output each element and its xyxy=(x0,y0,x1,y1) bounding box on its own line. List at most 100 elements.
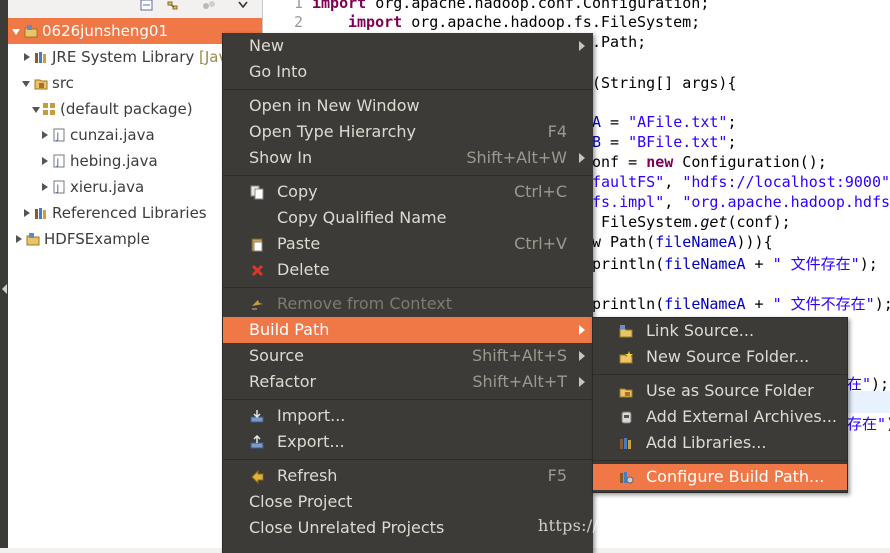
code-line: w Path(fileNameA))){ xyxy=(592,233,773,251)
java-project-icon xyxy=(26,233,40,246)
menu-item-open-in-new-window[interactable]: Open in New Window xyxy=(223,93,593,119)
shortcut-label: Ctrl+V xyxy=(514,234,567,253)
submenu-item-link-source[interactable]: Link Source... xyxy=(593,318,847,344)
code-line: faultFS", "hdfs://localhost:9000" xyxy=(592,173,890,191)
menu-item-copy-qualified-name[interactable]: Copy Qualified Name xyxy=(223,205,593,231)
line-number: 2 xyxy=(293,13,303,31)
use-as-source-folder-icon xyxy=(619,388,633,398)
code-line: 存在"); xyxy=(847,415,890,433)
chevron-down-icon[interactable] xyxy=(236,0,250,12)
shortcut-label: Ctrl+C xyxy=(513,182,567,201)
menu-item-refresh[interactable]: Refresh F5 xyxy=(223,463,593,489)
menu-separator xyxy=(223,175,593,176)
code-line: import org.apache.hadoop.conf.Configurat… xyxy=(312,0,710,12)
explorer-toolbar xyxy=(8,0,262,20)
refresh-icon xyxy=(251,469,264,484)
source-folder-icon xyxy=(34,79,48,90)
shortcut-label: F5 xyxy=(547,466,567,485)
menu-item-export[interactable]: Export... xyxy=(223,429,593,455)
expand-chevron-icon[interactable] xyxy=(16,235,22,243)
submenu-arrow-icon xyxy=(579,351,585,361)
submenu-arrow-icon xyxy=(579,41,585,51)
menu-separator xyxy=(593,460,847,461)
submenu-arrow-icon xyxy=(579,153,585,163)
remove-from-context-icon xyxy=(252,300,263,310)
submenu-item-configure-build-path[interactable]: Configure Build Path... xyxy=(593,464,847,490)
submenu-arrow-icon xyxy=(579,377,585,387)
menu-separator xyxy=(593,374,847,375)
shortcut-label: Shift+Alt+T xyxy=(472,372,567,391)
menu-item-copy[interactable]: Copy Ctrl+C xyxy=(223,179,593,205)
java-file-icon: J xyxy=(53,154,65,168)
build-path-submenu: Link Source... New Source Folder... Use … xyxy=(592,317,848,493)
view-menu-icon[interactable] xyxy=(202,0,216,12)
code-line: .Path; xyxy=(592,33,647,51)
java-project-icon xyxy=(24,25,38,38)
menu-item-go-into[interactable]: Go Into xyxy=(223,59,593,85)
jre-library-label: JRE System Library xyxy=(52,48,195,66)
submenu-arrow-icon xyxy=(579,325,585,335)
menu-item-show-in[interactable]: Show In Shift+Alt+W xyxy=(223,145,593,171)
link-with-editor-icon[interactable] xyxy=(166,0,180,12)
link-source-icon xyxy=(619,325,633,338)
submenu-item-new-source-folder[interactable]: New Source Folder... xyxy=(593,344,847,370)
library-icon xyxy=(35,208,46,219)
line-number: 1 xyxy=(293,0,303,12)
configure-build-path-icon xyxy=(620,472,634,484)
import-icon xyxy=(250,410,264,423)
menu-item-source[interactable]: Source Shift+Alt+S xyxy=(223,343,593,369)
menu-item-remove-from-context: Remove from Context xyxy=(223,291,593,317)
code-line: import org.apache.hadoop.fs.FileSystem; xyxy=(348,13,701,31)
add-libraries-icon xyxy=(620,438,631,449)
expand-chevron-icon[interactable] xyxy=(32,107,40,113)
expand-chevron-icon[interactable] xyxy=(42,157,48,165)
expand-chevron-icon[interactable] xyxy=(42,183,48,191)
current-line-highlight xyxy=(846,391,890,413)
collapse-all-icon[interactable] xyxy=(140,0,154,12)
menu-separator xyxy=(223,287,593,288)
code-line: (String[] args){ xyxy=(592,74,737,92)
code-line: println(fileNameA + " 文件不存在"); xyxy=(592,295,890,313)
shortcut-label: F4 xyxy=(547,122,567,141)
menu-item-refactor[interactable]: Refactor Shift+Alt+T xyxy=(223,369,593,395)
watermark: https://blog.csdn.net/chen30924190 xyxy=(538,516,842,535)
java-file-icon: J xyxy=(53,128,65,142)
menu-separator xyxy=(223,459,593,460)
expand-chevron-icon[interactable] xyxy=(24,209,30,217)
paste-icon xyxy=(251,238,263,252)
svg-text:J: J xyxy=(56,132,60,142)
svg-text:J: J xyxy=(56,158,60,168)
menu-item-build-path[interactable]: Build Path xyxy=(223,317,593,343)
expand-chevron-icon[interactable] xyxy=(42,131,48,139)
add-external-archives-icon xyxy=(621,411,632,424)
shortcut-label: Shift+Alt+S xyxy=(472,346,567,365)
menu-item-import[interactable]: Import... xyxy=(223,403,593,429)
submenu-item-use-as-source-folder[interactable]: Use as Source Folder xyxy=(593,378,847,404)
code-line: println(fileNameA + " 文件存在"); xyxy=(592,255,878,273)
menu-item-paste[interactable]: Paste Ctrl+V xyxy=(223,231,593,257)
shortcut-label: Shift+Alt+W xyxy=(466,148,567,167)
submenu-item-add-libraries[interactable]: Add Libraries... xyxy=(593,430,847,456)
code-line: A = "AFile.txt"; xyxy=(592,113,737,131)
expand-chevron-icon[interactable] xyxy=(12,29,20,35)
new-source-folder-icon xyxy=(619,351,633,364)
code-line: onf = new Configuration(); xyxy=(592,153,827,171)
context-menu: New Go Into Open in New Window Open Type… xyxy=(222,33,593,553)
submenu-item-add-external-archives[interactable]: Add External Archives... xyxy=(593,404,847,430)
svg-text:J: J xyxy=(56,184,60,194)
menu-item-close-project[interactable]: Close Project xyxy=(223,489,593,515)
code-line: fs.impl", "org.apache.hadoop.hdfs xyxy=(592,193,890,211)
expand-chevron-icon[interactable] xyxy=(24,53,30,61)
delete-icon xyxy=(251,264,264,277)
copy-icon xyxy=(250,185,264,200)
menu-separator xyxy=(223,399,593,400)
menu-separator xyxy=(223,89,593,90)
code-line: B = "BFile.txt"; xyxy=(592,133,737,151)
left-trim-strip xyxy=(0,0,8,548)
menu-item-open-type-hierarchy[interactable]: Open Type Hierarchy F4 xyxy=(223,119,593,145)
menu-item-new[interactable]: New xyxy=(223,33,593,59)
menu-item-delete[interactable]: Delete xyxy=(223,257,593,283)
library-icon xyxy=(35,52,46,63)
expand-chevron-icon[interactable] xyxy=(22,81,30,87)
collapse-arrow-icon[interactable] xyxy=(2,284,7,294)
